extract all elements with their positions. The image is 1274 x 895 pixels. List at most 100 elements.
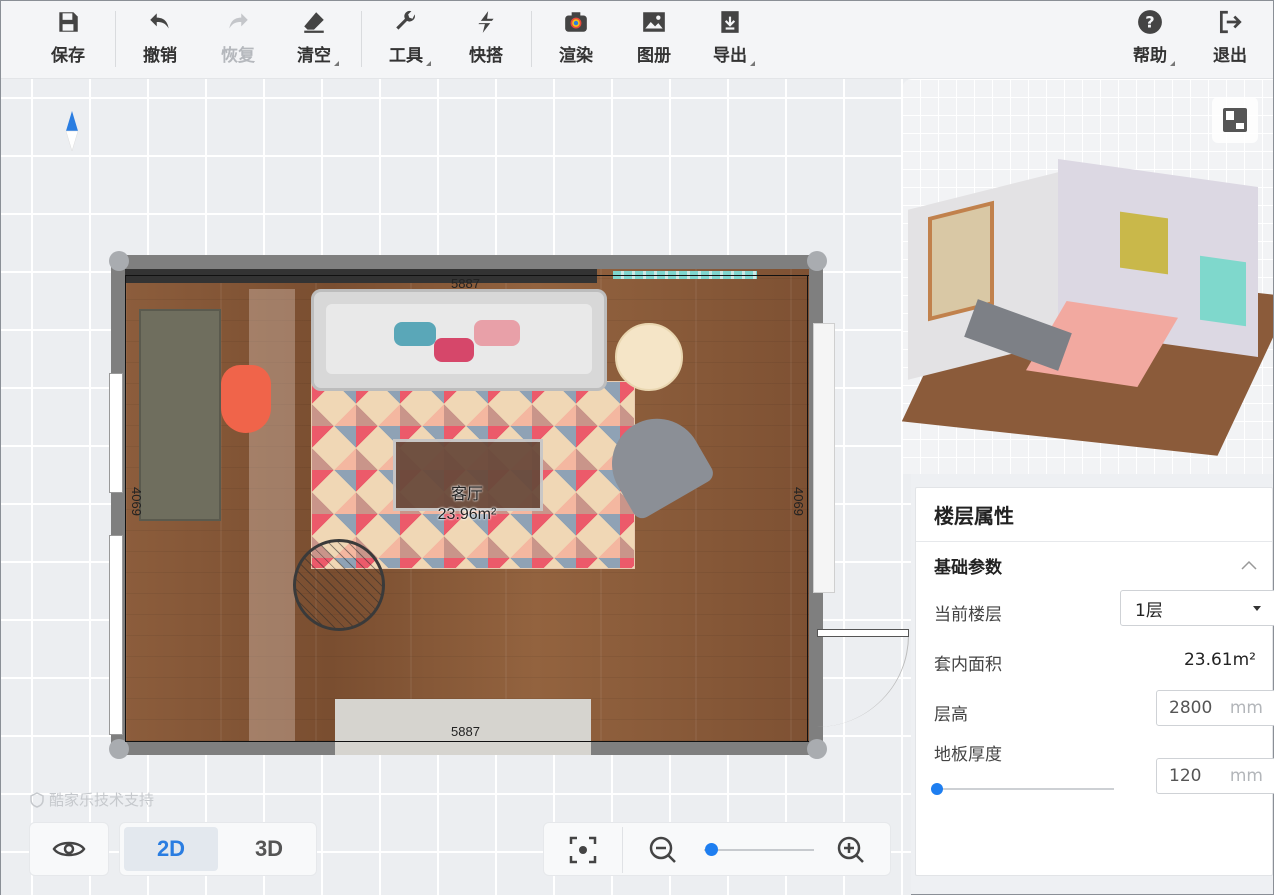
view-mode-toggle: 2D 3D [119,822,317,876]
save-label: 保存 [51,46,85,66]
height-label: 层高 [934,705,968,725]
export-icon [721,11,739,33]
floor-select-value: 1层 [1135,600,1163,621]
lightning-icon [475,11,497,33]
clear-label: 清空 [297,41,339,66]
current-floor-label: 当前楼层 [934,605,1002,625]
zoom-in-icon[interactable] [836,835,866,865]
furniture-orange-chair[interactable] [221,365,271,433]
tools-label: 工具 [389,41,431,66]
zoom-divider [622,827,623,873]
camera-icon [565,12,587,32]
tools-button[interactable]: 工具 [371,9,441,71]
undo-icon [150,13,169,29]
view-3d-button[interactable]: 3D [222,827,316,871]
section-basic-params[interactable]: 基础参数 [916,542,1272,588]
zoom-out-icon[interactable] [648,835,678,865]
dimension-left: 4069 [129,487,144,516]
dropdown-caret-icon [426,61,431,66]
preview-curtain [1200,255,1246,327]
help-label: 帮助 [1133,41,1175,66]
chevron-down-icon [1253,606,1261,611]
fit-view-icon[interactable] [568,835,598,865]
window-left-bottom[interactable] [109,535,123,735]
thickness-input[interactable]: 120 mm [1156,758,1274,794]
toolbar-divider [115,11,116,67]
dimension-line-bottom [125,741,809,742]
furniture-bench[interactable] [139,309,221,521]
toolbar: 保存 撤销 恢复 清空 工具 快搭 渲染 图册 导出 ? 帮助 退出 [1,1,1273,79]
floorplan-canvas[interactable]: 5887 5887 4069 4069 客厅 23.96m² 酷家乐技术支持 2… [1,79,911,895]
room-area: 23.96m² [437,506,497,523]
zoom-slider-thumb[interactable] [705,843,719,856]
inner-area-label: 套内面积 [934,655,1002,675]
dimension-top: 5887 [451,276,480,291]
album-button[interactable]: 图册 [619,9,689,71]
exit-label: 退出 [1213,46,1247,66]
help-button[interactable]: ? 帮助 [1115,9,1185,71]
floor-runner [249,289,295,741]
view-2d-button[interactable]: 2D [124,827,218,871]
3d-preview[interactable] [902,79,1273,474]
render-button[interactable]: 渲染 [541,9,611,71]
album-label: 图册 [637,46,671,66]
watermark: 酷家乐技术支持 [29,789,154,810]
export-label: 导出 [713,41,755,66]
wall-corner-handle[interactable] [109,251,129,271]
wrench-icon [396,10,415,30]
visibility-button[interactable] [29,822,109,876]
save-button[interactable]: 保存 [33,9,103,71]
furniture-wall-cabinet[interactable] [813,323,835,593]
chevron-up-icon[interactable] [1240,559,1258,571]
thickness-unit: mm [1229,766,1263,786]
redo-button[interactable]: 恢复 [203,9,273,71]
toolbar-divider [361,11,362,67]
wall-corner-handle[interactable] [807,739,827,759]
room-label[interactable]: 客厅 23.96m² [397,485,537,525]
quick-build-label: 快搭 [469,46,503,66]
layout-icon [1223,108,1247,132]
furniture-round-chair[interactable] [293,539,385,631]
floor-properties-panel: 楼层属性 基础参数 当前楼层 1层 套内面积 23.61m² 层高 2800 m… [915,487,1274,876]
exit-button[interactable]: 退出 [1195,9,1265,71]
wall-segment-top[interactable] [125,269,597,283]
wall-corner-handle[interactable] [109,739,129,759]
panel-title: 楼层属性 [916,488,1272,542]
thickness-slider-track[interactable] [934,788,1114,790]
door-leaf[interactable] [817,629,909,637]
image-icon [643,12,665,32]
eraser-icon [304,12,324,33]
dropdown-caret-icon [1170,61,1175,66]
quick-build-button[interactable]: 快搭 [451,9,521,71]
shield-icon [30,791,44,808]
toolbar-divider [531,11,532,67]
dimension-bottom: 5887 [451,724,480,739]
inner-area-value: 23.61m² [1183,650,1256,670]
thickness-slider-thumb[interactable] [931,783,943,795]
dropdown-caret-icon [334,61,339,66]
furniture-side-table[interactable] [615,323,683,391]
clear-button[interactable]: 清空 [279,9,349,71]
render-label: 渲染 [559,46,593,66]
dimension-line-left [125,275,126,741]
preview-wall-art [1120,211,1168,275]
wall-corner-handle[interactable] [807,251,827,271]
zoom-slider-track[interactable] [704,849,814,851]
height-unit: mm [1229,698,1263,718]
height-input[interactable]: 2800 mm [1156,690,1274,726]
furniture-sofa[interactable] [311,289,607,391]
zoom-controls [543,822,891,876]
window-left-top[interactable] [109,373,123,493]
sofa-pillow [474,320,520,346]
dimension-line-right [807,275,808,741]
preview-layout-button[interactable] [1212,97,1258,143]
dropdown-caret-icon [750,61,755,66]
logout-icon [1219,10,1242,34]
door-swing[interactable] [817,629,909,727]
undo-button[interactable]: 撤销 [125,9,195,71]
room-name: 客厅 [450,486,483,503]
undo-label: 撤销 [143,46,177,66]
export-button[interactable]: 导出 [695,9,765,71]
floor-select[interactable]: 1层 [1120,590,1274,626]
eye-icon [52,841,86,857]
